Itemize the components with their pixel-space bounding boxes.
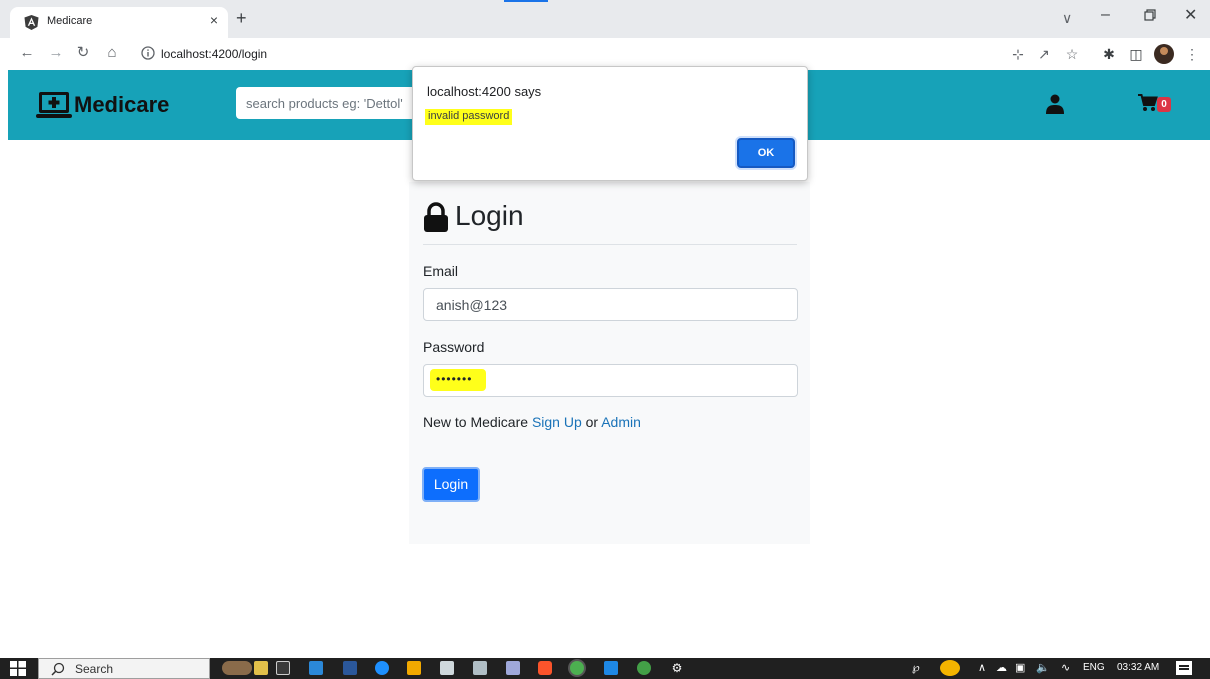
edge-icon[interactable] <box>375 661 389 675</box>
app-icon[interactable] <box>506 661 520 675</box>
notepad-icon[interactable] <box>473 661 487 675</box>
window-minimize-icon[interactable]: – <box>1101 6 1110 24</box>
wifi-icon[interactable]: ∿ <box>1061 662 1070 675</box>
signup-link[interactable]: Sign Up <box>532 414 582 430</box>
alert-message: invalid password <box>425 109 513 125</box>
window-restore-icon[interactable] <box>1143 8 1157 22</box>
email-label: Email <box>423 263 459 279</box>
windows-taskbar: Search ⚙ ℘ ∧ ☁ ▣ 🔈 ∿ ENG 03:32 AM <box>0 658 1210 679</box>
word-icon[interactable] <box>343 661 357 675</box>
or-text: or <box>585 414 599 430</box>
language-indicator[interactable]: ENG <box>1083 662 1105 673</box>
brave-icon[interactable] <box>538 661 552 675</box>
taskbar-search-box[interactable]: Search <box>38 658 210 679</box>
share-icon[interactable]: ↗ <box>1036 46 1052 62</box>
reload-icon[interactable]: ↻ <box>72 42 94 64</box>
window-close-icon[interactable]: ✕ <box>1184 5 1197 25</box>
show-hidden-icons-chevron[interactable]: ∧ <box>978 662 986 675</box>
bookmark-star-icon[interactable]: ☆ <box>1064 46 1080 62</box>
new-tab-icon[interactable]: + <box>236 9 247 27</box>
password-masked-value: ••••••• <box>436 372 473 386</box>
tab-search-chevron-icon[interactable]: ∨ <box>1062 10 1072 27</box>
login-card: Login Email Password ••••••• New to Medi… <box>409 182 810 544</box>
screen: Medicare × + ∨ – ✕ ← → ↻ ⌂ localhost:420… <box>0 0 1210 679</box>
back-icon[interactable]: ← <box>16 42 38 64</box>
onedrive-icon[interactable]: ☁ <box>996 662 1007 675</box>
tab-strip-accent <box>504 0 548 2</box>
task-view-icon[interactable] <box>276 661 290 675</box>
profile-avatar[interactable] <box>1154 44 1174 64</box>
settings-gear-icon[interactable]: ⚙ <box>670 661 684 675</box>
admin-link[interactable]: Admin <box>601 414 641 430</box>
windows-start-icon[interactable] <box>10 661 26 676</box>
taskbar-search-label: Search <box>75 662 114 676</box>
login-title: Login <box>455 200 524 231</box>
forward-icon[interactable]: → <box>45 42 67 64</box>
vscode-icon[interactable] <box>604 661 618 675</box>
network-icon[interactable]: ▣ <box>1015 662 1025 675</box>
search-icon <box>51 662 65 676</box>
angular-favicon-icon <box>24 15 39 30</box>
heading-divider <box>423 244 797 245</box>
alert-dialog: localhost:4200 says invalid password OK <box>412 66 808 181</box>
shopping-cart-icon <box>1138 94 1158 111</box>
site-info-icon[interactable] <box>141 46 155 60</box>
notification-center-icon[interactable] <box>1176 661 1192 675</box>
people-icon[interactable]: ℘ <box>912 662 920 675</box>
brand-name: Medicare <box>74 92 170 117</box>
address-bar[interactable]: localhost:4200/login <box>131 41 1131 67</box>
tray-app-icon[interactable] <box>940 660 960 676</box>
sticky-notes-icon[interactable] <box>407 661 421 675</box>
paint-icon[interactable] <box>440 661 454 675</box>
cart-button[interactable]: 0 <box>1138 94 1178 116</box>
spring-tool-icon[interactable] <box>637 661 651 675</box>
alert-ok-button[interactable]: OK <box>737 138 795 168</box>
menu-kebab-icon[interactable]: ⋮ <box>1184 46 1200 62</box>
volume-icon[interactable]: 🔈 <box>1036 662 1050 675</box>
chrome-icon[interactable] <box>570 661 584 675</box>
lock-icon <box>424 202 448 232</box>
login-button[interactable]: Login <box>422 467 480 502</box>
url-text: localhost:4200/login <box>161 47 268 61</box>
signup-prompt: New to Medicare Sign Up or Admin <box>423 414 641 430</box>
home-icon[interactable]: ⌂ <box>101 42 123 64</box>
alert-title: localhost:4200 says <box>427 84 542 99</box>
squirrel-widget-icon[interactable] <box>222 661 252 675</box>
clock-time[interactable]: 03:32 AM <box>1117 662 1159 673</box>
cart-count-badge: 0 <box>1157 97 1171 112</box>
tab-title: Medicare <box>47 15 93 27</box>
laptop-medical-icon <box>36 92 72 118</box>
password-label: Password <box>423 339 485 355</box>
user-icon[interactable] <box>1046 94 1064 114</box>
browser-tab-strip: Medicare × + ∨ – ✕ <box>0 0 1210 38</box>
product-search-input[interactable] <box>236 87 436 119</box>
tab-close-icon[interactable]: × <box>206 12 222 28</box>
extensions-icon[interactable]: ✱ <box>1101 46 1117 62</box>
browser-tab-medicare[interactable]: Medicare × <box>10 7 228 38</box>
email-field[interactable] <box>423 288 798 321</box>
file-explorer-icon[interactable] <box>309 661 323 675</box>
new-to-text: New to Medicare <box>423 414 529 430</box>
key-icon[interactable]: ⊹ <box>1010 46 1026 62</box>
side-panel-icon[interactable]: ◫ <box>1128 46 1144 62</box>
weather-widget-icon[interactable] <box>254 661 268 675</box>
